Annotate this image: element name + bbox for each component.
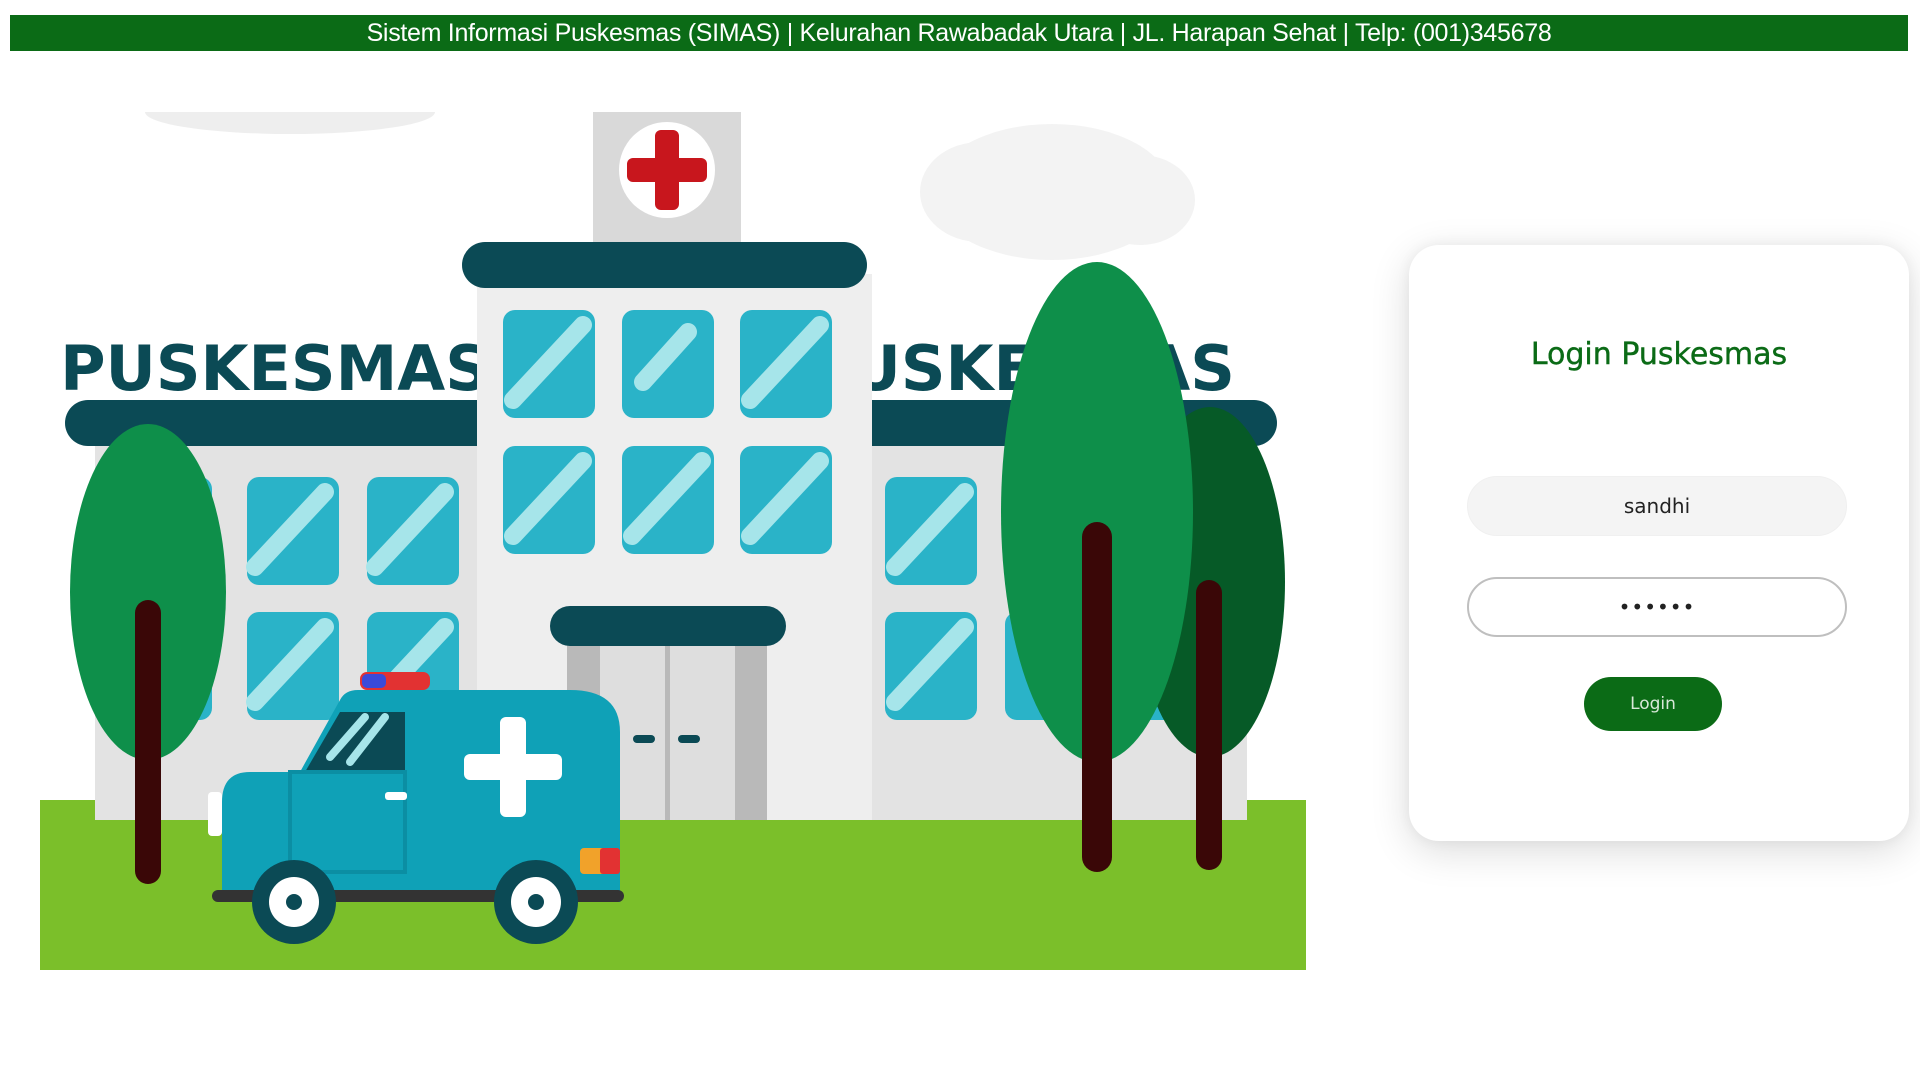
login-title: Login Puskesmas — [1530, 337, 1788, 372]
sign-left-text: PUSKESMAS — [60, 332, 490, 405]
username-input[interactable] — [1467, 476, 1847, 536]
password-input[interactable] — [1467, 577, 1847, 637]
site-header-bar: Sistem Informasi Puskesmas (SIMAS) | Kel… — [10, 15, 1908, 51]
login-card: Login Puskesmas Login — [1409, 245, 1909, 841]
cloud-shape — [145, 112, 435, 134]
cloud-shape — [920, 124, 1195, 260]
login-button[interactable]: Login — [1584, 677, 1722, 731]
red-cross-icon — [593, 112, 741, 242]
tower-roof — [462, 242, 867, 288]
puskesmas-illustration: PUSKESMAS PUSKESMAS — [40, 112, 1306, 970]
